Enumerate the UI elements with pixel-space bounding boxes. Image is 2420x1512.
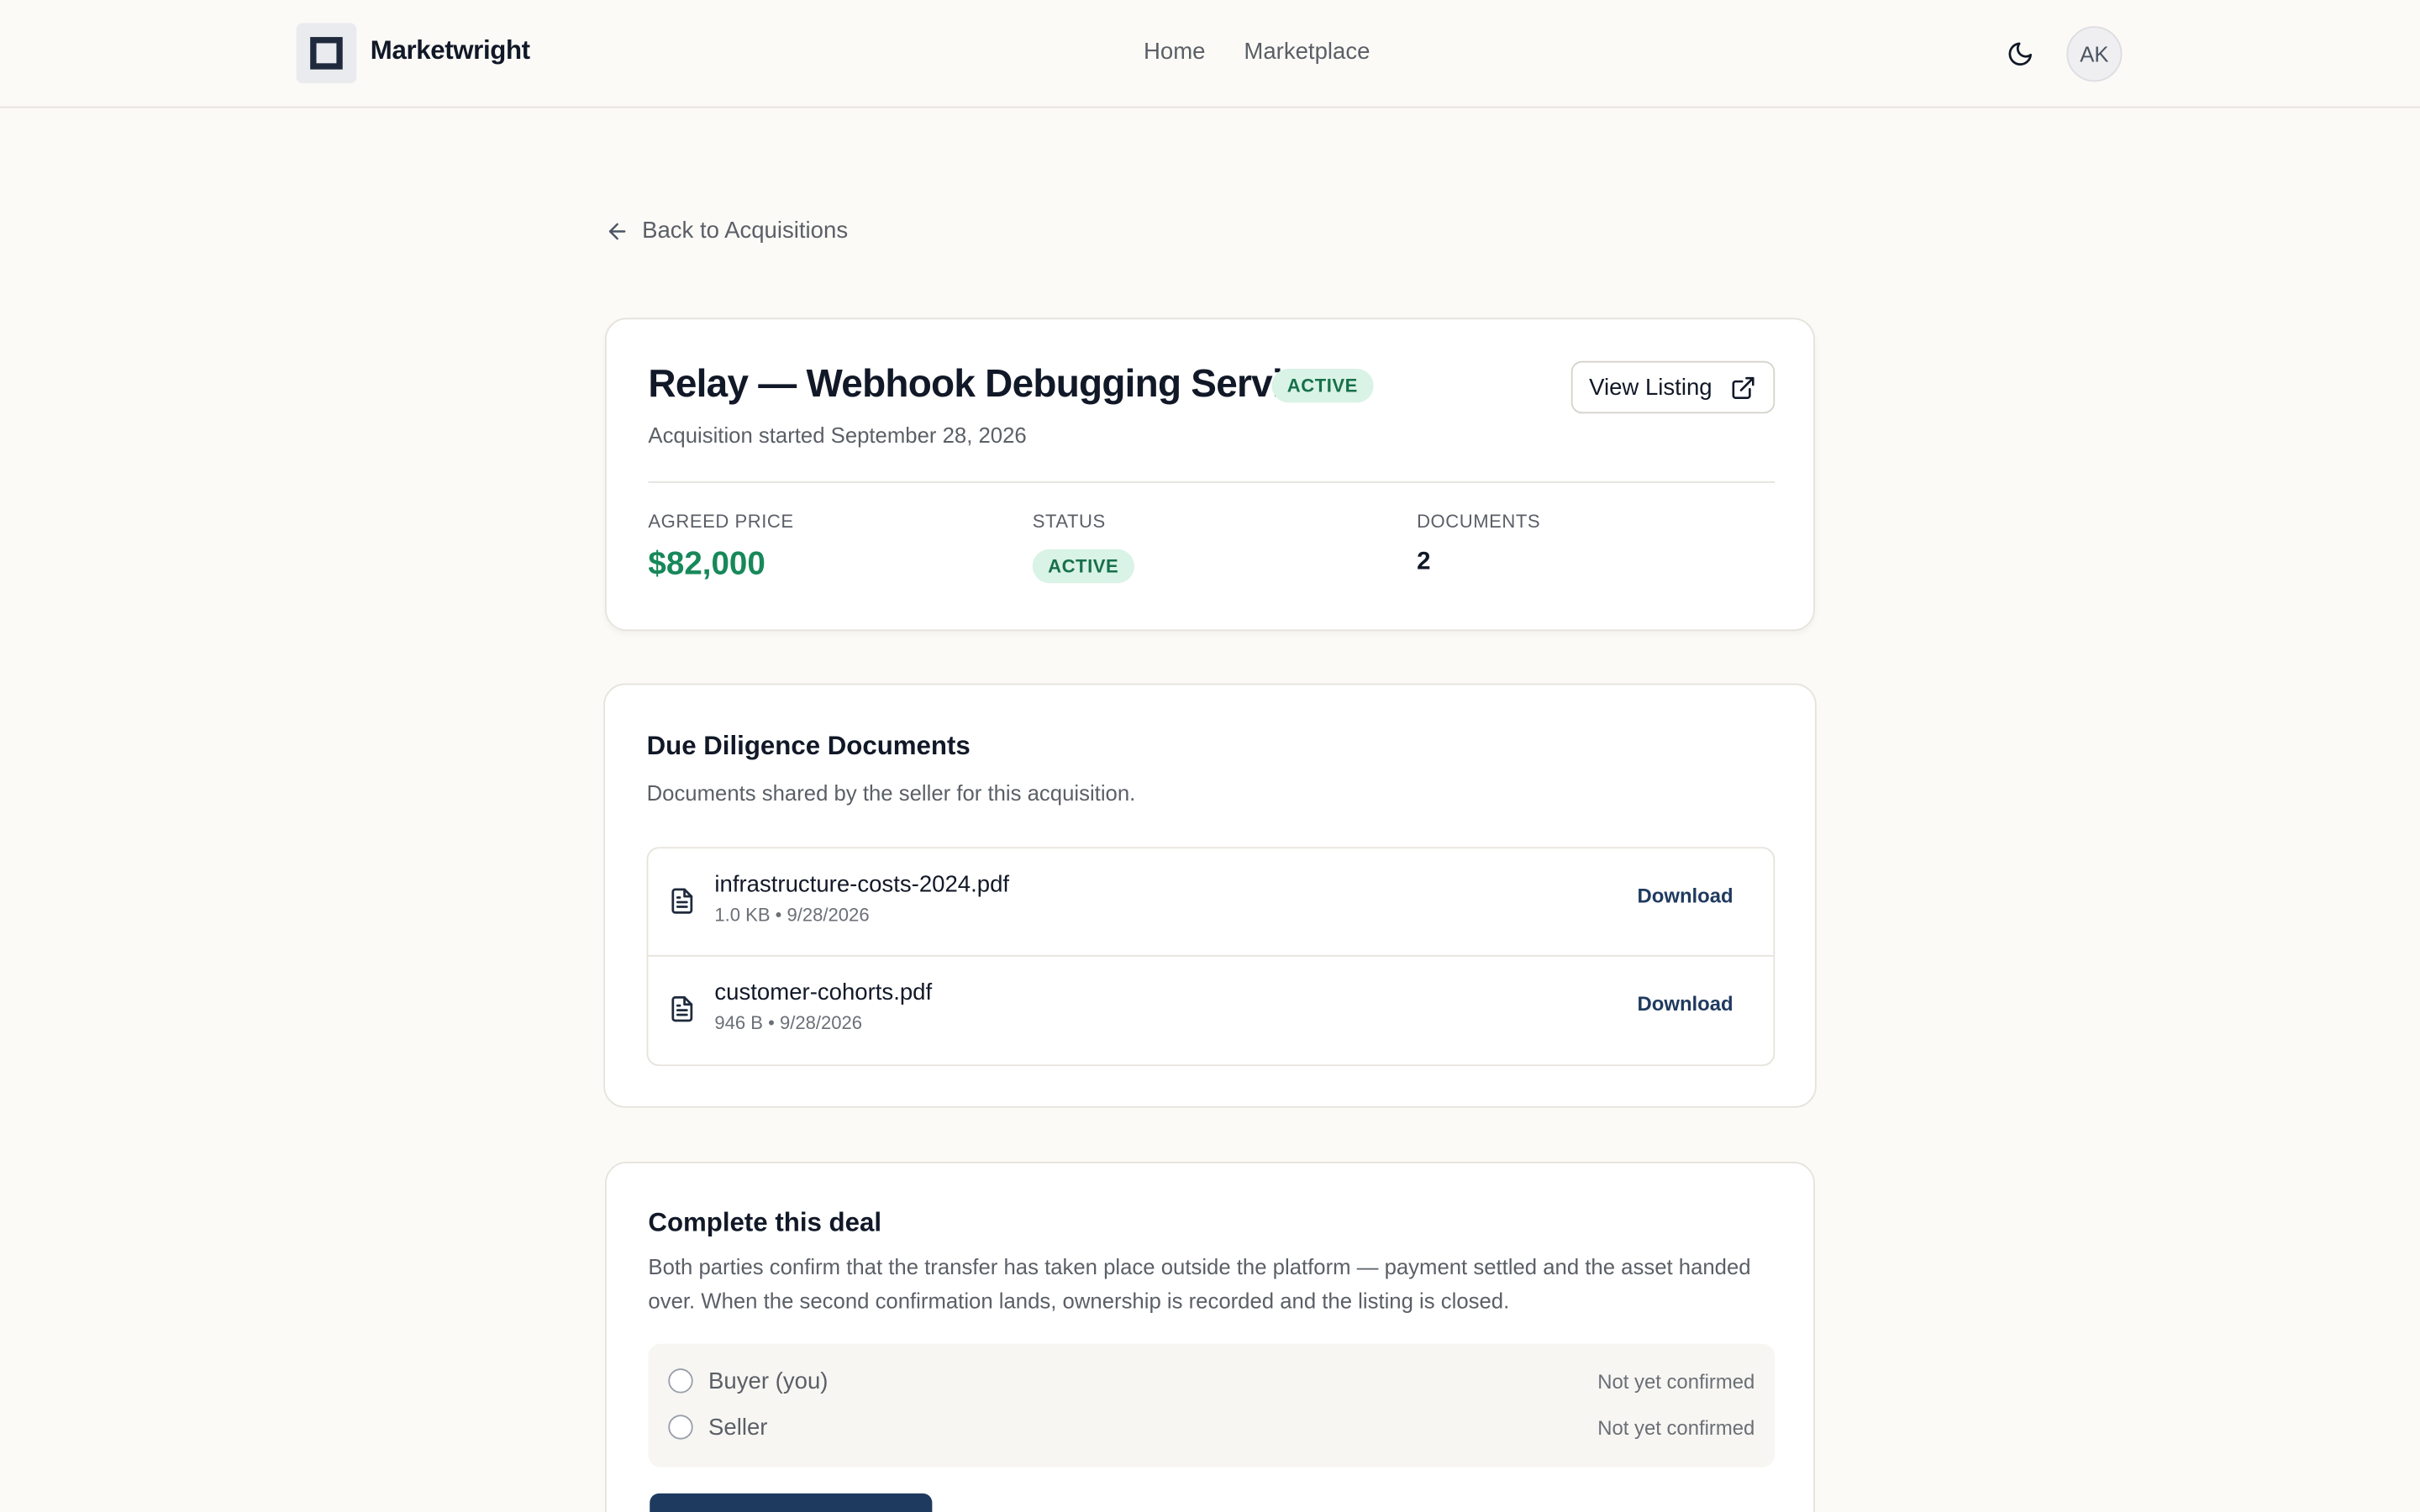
buyer-label: Buyer (you): [708, 1368, 829, 1394]
documents-count: 2: [1417, 549, 1431, 576]
divider: [648, 481, 1776, 483]
view-listing-button[interactable]: View Listing: [1570, 360, 1776, 414]
seller-label: Seller: [708, 1414, 768, 1441]
document-meta: 1.0 KB • 9/28/2026: [714, 904, 870, 927]
brand-name[interactable]: Marketwright: [371, 35, 530, 66]
status-label: STATUS: [1032, 510, 1106, 533]
acquisition-start-date: Acquisition started September 28, 2026: [648, 423, 1027, 448]
user-avatar[interactable]: AK: [2066, 26, 2123, 82]
back-to-acquisitions-link[interactable]: Back to Acquisitions: [605, 218, 848, 244]
document-name: infrastructure-costs-2024.pdf: [714, 871, 1010, 898]
confirm-transfer-button[interactable]: [650, 1493, 933, 1512]
back-link-label: Back to Acquisitions: [642, 217, 849, 244]
seller-confirmation-status: Not yet confirmed: [1597, 1415, 1755, 1439]
documents-section-title: Due Diligence Documents: [646, 731, 971, 761]
download-button[interactable]: Download: [1638, 884, 1733, 907]
nav-home-link[interactable]: Home: [1144, 39, 1205, 65]
confirmation-status-panel: Buyer (you) Not yet confirmed Seller Not…: [648, 1343, 1776, 1467]
external-link-icon: [1733, 376, 1755, 399]
acquisition-summary-card: Relay — Webhook Debugging Service ACTIVE…: [604, 318, 1815, 632]
buyer-confirm-radio[interactable]: [668, 1368, 693, 1394]
page: Marketwright Home Marketplace AK Back to…: [0, 0, 2420, 1512]
complete-deal-description: Both parties confirm that the transfer h…: [648, 1254, 1751, 1314]
file-text-icon: [671, 996, 693, 1022]
theme-toggle-button[interactable]: [2000, 34, 2040, 74]
document-row: infrastructure-costs-2024.pdf 1.0 KB • 9…: [648, 848, 1774, 957]
status-value-badge: ACTIVE: [1032, 549, 1134, 584]
nav-marketplace-link[interactable]: Marketplace: [1244, 39, 1370, 65]
documents-label: DOCUMENTS: [1417, 510, 1541, 533]
top-navigation-bar: Marketwright Home Marketplace AK: [0, 0, 2420, 108]
buyer-confirmation-status: Not yet confirmed: [1597, 1369, 1755, 1393]
document-row: customer-cohorts.pdf 946 B • 9/28/2026 D…: [648, 957, 1773, 1065]
page-title: Relay — Webhook Debugging Service: [648, 362, 1324, 407]
seller-confirmation-row: Seller Not yet confirmed: [668, 1410, 1754, 1444]
document-name: customer-cohorts.pdf: [714, 979, 933, 1006]
moon-icon: [2008, 42, 2033, 66]
agreed-price-value: $82,000: [648, 546, 765, 582]
due-diligence-documents-card: Due Diligence Documents Documents shared…: [603, 683, 1817, 1108]
document-list: infrastructure-costs-2024.pdf 1.0 KB • 9…: [646, 847, 1776, 1067]
documents-section-description: Documents shared by the seller for this …: [646, 780, 1136, 806]
download-button[interactable]: Download: [1638, 992, 1733, 1016]
complete-deal-card: Complete this deal Both parties confirm …: [604, 1162, 1815, 1512]
logo-icon[interactable]: [296, 23, 357, 84]
agreed-price-label: AGREED PRICE: [648, 510, 794, 533]
seller-confirm-radio[interactable]: [668, 1415, 693, 1440]
document-meta: 946 B • 9/28/2026: [714, 1011, 863, 1034]
status-badge: ACTIVE: [1271, 368, 1374, 403]
arrow-left-icon: [608, 222, 626, 239]
complete-deal-title: Complete this deal: [648, 1208, 882, 1238]
file-text-icon: [671, 888, 693, 914]
view-listing-label: View Listing: [1589, 374, 1712, 401]
buyer-confirmation-row: Buyer (you) Not yet confirmed: [668, 1364, 1754, 1398]
